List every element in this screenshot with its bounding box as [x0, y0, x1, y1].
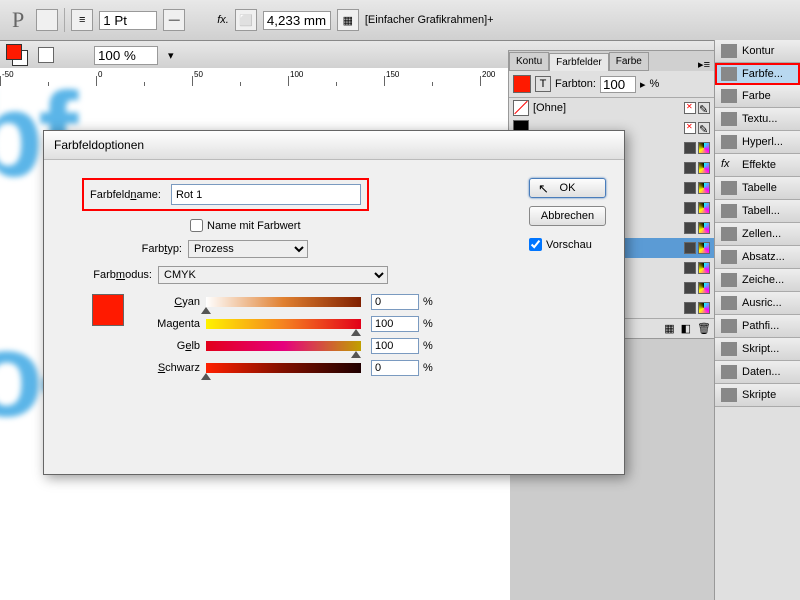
slider-track[interactable] — [206, 363, 361, 373]
slider-c: Cyan0% — [140, 294, 433, 310]
sep — [64, 8, 65, 32]
zoom-input[interactable] — [94, 46, 158, 65]
text-tool-icon: P — [6, 7, 30, 33]
fill-proxy-icon[interactable] — [513, 75, 531, 93]
color-preview — [92, 294, 124, 326]
dock-para[interactable]: Absatz... — [715, 246, 800, 269]
swatch-none[interactable]: [Ohne] ✕✎ — [509, 98, 714, 118]
dock-color[interactable]: Farbe — [715, 85, 800, 108]
tint-arrow-icon[interactable]: ▸ — [640, 78, 646, 91]
tab-kontur[interactable]: Kontu — [509, 52, 549, 71]
tint-unit: % — [650, 78, 660, 90]
swatch-options-dialog: Farbfeldoptionen Farbfeldname: Name mit … — [43, 130, 625, 475]
tint-label: Farbton: — [555, 78, 596, 90]
name-field-highlight: Farbfeldname: — [82, 178, 369, 211]
dock-fx[interactable]: fxEffekte — [715, 154, 800, 177]
stroke-style-icon[interactable]: ≡ — [71, 9, 93, 31]
slider-value[interactable]: 0 — [371, 360, 419, 376]
dock-swatches[interactable]: Farbfe... — [715, 63, 800, 85]
dock-table[interactable]: Tabelle — [715, 177, 800, 200]
slider-value[interactable]: 100 — [371, 338, 419, 354]
control-bar: P ≡ — fx. ⬜ ▦ [Einfacher Grafikrahmen]+ — [0, 0, 800, 41]
slider-value[interactable]: 0 — [371, 294, 419, 310]
zoom-dropdown-icon[interactable]: ▾ — [168, 49, 174, 62]
panel-tabs: Kontu Farbfelder Farbe ▸≡ — [509, 51, 714, 71]
tint-input[interactable] — [600, 76, 636, 93]
preview-checkbox[interactable] — [529, 238, 542, 251]
dock-hyperlink[interactable]: Hyperl... — [715, 131, 800, 154]
tab-farbe[interactable]: Farbe — [609, 52, 649, 71]
name-with-value-checkbox[interactable] — [190, 219, 203, 232]
dock-align[interactable]: Ausric... — [715, 292, 800, 315]
tint-row: T Farbton: ▸ % — [509, 71, 714, 98]
colormode-select[interactable]: CMYK — [158, 266, 388, 284]
slider-s: Schwarz0% — [140, 360, 433, 376]
slider-value[interactable]: 100 — [371, 316, 419, 332]
dock-char[interactable]: Zeiche... — [715, 269, 800, 292]
fill-stroke-icon[interactable] — [6, 44, 28, 66]
slider-track[interactable] — [206, 319, 361, 329]
dock-cells[interactable]: Zellen... — [715, 223, 800, 246]
dock-panels: KonturFarbfe...FarbeTextu...Hyperl...fxE… — [714, 40, 800, 600]
colormode-label: Farbmodus: — [62, 269, 158, 281]
panel-menu-icon[interactable]: ▸≡ — [694, 58, 714, 71]
measure-input[interactable] — [263, 11, 331, 30]
slider-e: Gelb100% — [140, 338, 433, 354]
align-icon[interactable] — [36, 9, 58, 31]
cancel-button[interactable]: Abbrechen — [529, 206, 606, 226]
dock-wrap[interactable]: Textu... — [715, 108, 800, 131]
colortype-label: Farbtyp: — [62, 243, 188, 255]
dock-pathfinder[interactable]: Pathfi... — [715, 315, 800, 338]
fx-icon[interactable]: fx. — [217, 14, 229, 26]
text-fill-icon[interactable]: T — [535, 76, 551, 92]
new-swatch-icon[interactable]: ▦ — [664, 322, 674, 335]
dock-script[interactable]: Skript... — [715, 338, 800, 361]
stroke-type-icon[interactable]: — — [163, 9, 185, 31]
dialog-title: Farbfeldoptionen — [44, 131, 624, 160]
horizontal-ruler: -50050100150200 — [0, 68, 510, 87]
dock-tablestyles[interactable]: Tabell... — [715, 200, 800, 223]
ok-button[interactable]: ↖ OK — [529, 178, 606, 198]
swatch-name-input[interactable] — [171, 184, 361, 205]
trash-icon[interactable]: 🗑 — [697, 322, 711, 335]
new-swatch2-icon[interactable]: ◧ — [681, 322, 691, 335]
name-label: Farbfeldname: — [90, 189, 167, 201]
slider-track[interactable] — [206, 297, 361, 307]
dock-data[interactable]: Daten... — [715, 361, 800, 384]
default-fill-icon[interactable] — [38, 47, 54, 63]
preview-row: Vorschau — [529, 238, 606, 251]
dock-stroke[interactable]: Kontur — [715, 40, 800, 63]
slider-track[interactable] — [206, 341, 361, 351]
preview-label: Vorschau — [546, 239, 592, 251]
frame-style-label[interactable]: [Einfacher Grafikrahmen]+ — [365, 14, 494, 26]
cursor-icon: ↖ — [538, 181, 549, 197]
colortype-select[interactable]: Prozess — [188, 240, 308, 258]
name-with-value-label: Name mit Farbwert — [207, 220, 301, 232]
stroke-weight-input[interactable] — [99, 11, 157, 30]
corner-radius-icon[interactable]: ⬜ — [235, 9, 257, 31]
tab-farbfelder[interactable]: Farbfelder — [549, 53, 609, 71]
slider-g: Magenta100% — [140, 316, 433, 332]
frame-icon[interactable]: ▦ — [337, 9, 359, 31]
dock-scripts[interactable]: Skripte — [715, 384, 800, 407]
